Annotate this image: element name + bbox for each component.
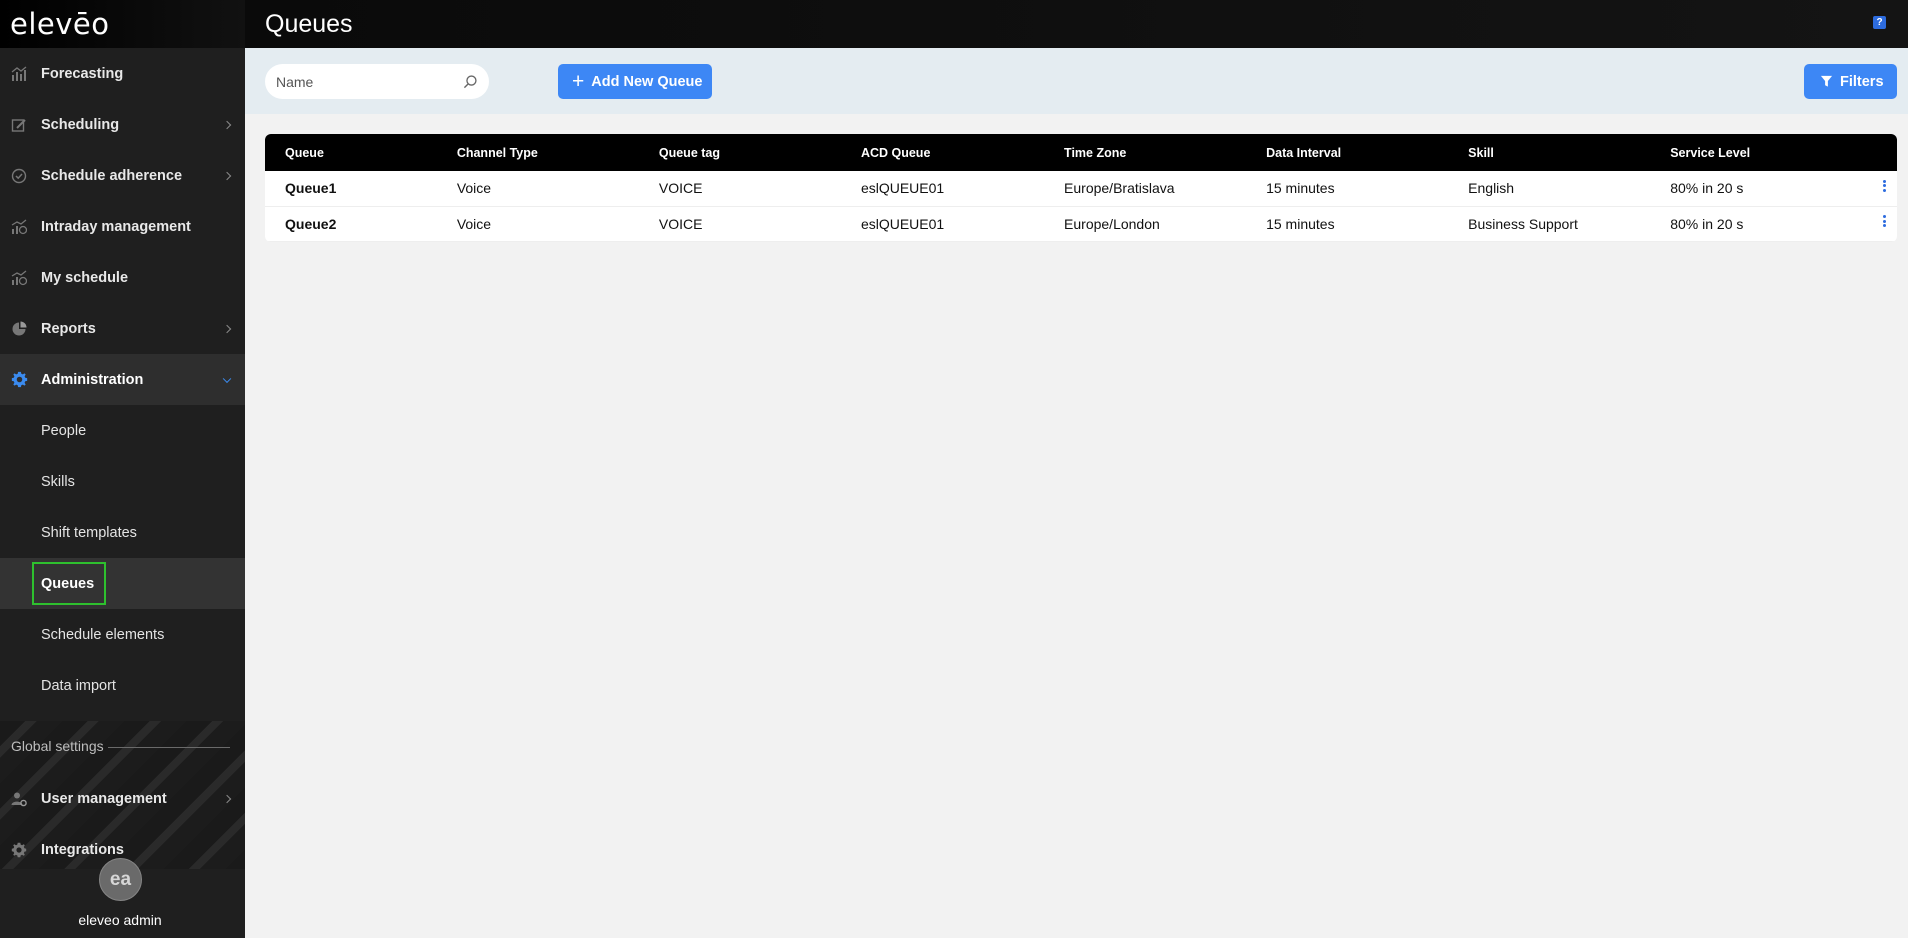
sidebar-subitem-label: Shift templates: [41, 524, 137, 541]
search-box: [265, 64, 489, 99]
global-settings-label: Global settings: [11, 738, 104, 754]
chevron-right-icon: [222, 171, 232, 180]
sidebar-item-label: Reports: [41, 320, 96, 337]
sidebar-subitem-shift-templates[interactable]: Shift templates: [0, 507, 245, 558]
column-header-service-level[interactable]: Service Level: [1670, 134, 1872, 171]
cell-service-level: 80% in 20 s: [1670, 180, 1744, 197]
column-header-channel-type[interactable]: Channel Type: [457, 134, 659, 171]
divider: [108, 747, 230, 748]
gear-icon: [10, 371, 28, 389]
column-header-acd-queue[interactable]: ACD Queue: [861, 134, 1064, 171]
cell-queue: Queue1: [285, 180, 337, 197]
sidebar-subitem-label: Data import: [41, 677, 116, 694]
cell-skill: Business Support: [1468, 215, 1578, 232]
user-name[interactable]: eleveo admin: [0, 912, 240, 928]
cell-queue-tag: VOICE: [658, 180, 703, 197]
sidebar-item-administration[interactable]: Administration: [0, 354, 245, 405]
sidebar-subitem-label: Skills: [41, 473, 75, 490]
sidebar-item-label: Forecasting: [41, 65, 124, 82]
gear-icon: [10, 841, 28, 859]
column-header-time-zone[interactable]: Time Zone: [1064, 134, 1266, 171]
column-header-queue[interactable]: Queue: [265, 134, 457, 171]
table-header-row: Queue Channel Type Queue tag ACD Queue T…: [265, 134, 1897, 171]
sidebar-item-reports[interactable]: Reports: [0, 303, 245, 354]
sidebar-item-label: Integrations: [41, 841, 124, 858]
sidebar-item-scheduling[interactable]: Scheduling: [0, 99, 245, 150]
sidebar-item-label: Administration: [41, 371, 144, 388]
cell-channel-type: Voice: [456, 215, 492, 232]
cell-data-interval: 15 minutes: [1266, 180, 1335, 197]
check-circle-icon: [10, 167, 28, 185]
search-input[interactable]: [265, 73, 455, 90]
sidebar-subitem-people[interactable]: People: [0, 405, 245, 456]
sidebar-item-label: User management: [41, 790, 167, 807]
avatar[interactable]: ea: [99, 858, 142, 901]
filter-icon: [1820, 75, 1833, 87]
user-gear-icon: [10, 790, 28, 808]
sidebar-item-label: Scheduling: [41, 116, 120, 133]
add-new-queue-button[interactable]: + Add New Queue: [558, 64, 712, 99]
sidebar-subitem-label: Queues: [41, 575, 95, 592]
cell-channel-type: Voice: [456, 180, 492, 197]
sidebar-subitem-label: People: [41, 422, 87, 439]
help-icon[interactable]: ?: [1873, 16, 1886, 29]
sidebar-item-label: Intraday management: [41, 218, 191, 235]
sidebar-item-user-management[interactable]: User management: [0, 773, 245, 824]
plus-icon: +: [572, 70, 585, 93]
my-schedule-icon: [10, 269, 28, 287]
table-row[interactable]: Queue2 Voice VOICE eslQUEUE01 Europe/Lon…: [265, 206, 1897, 241]
cell-data-interval: 15 minutes: [1266, 215, 1335, 232]
sidebar: elevēo Forecasting Scheduling Schedule a…: [0, 0, 245, 938]
table-row[interactable]: Queue1 Voice VOICE eslQUEUE01 Europe/Bra…: [265, 171, 1897, 206]
sidebar-item-label: Schedule adherence: [41, 167, 183, 184]
column-header-skill[interactable]: Skill: [1468, 134, 1670, 171]
cell-time-zone: Europe/London: [1064, 215, 1160, 232]
add-new-queue-label: Add New Queue: [591, 73, 703, 90]
sidebar-item-label: My schedule: [41, 269, 129, 286]
queues-table: Queue Channel Type Queue tag ACD Queue T…: [265, 134, 1897, 242]
cell-acd-queue: eslQUEUE01: [860, 215, 945, 232]
sidebar-subitem-queues[interactable]: Queues: [0, 558, 245, 609]
cell-service-level: 80% in 20 s: [1670, 215, 1744, 232]
sidebar-subitem-label: Schedule elements: [41, 626, 165, 643]
intraday-chart-icon: [10, 218, 28, 236]
pie-chart-icon: [10, 320, 28, 338]
row-actions-menu-icon[interactable]: [1872, 171, 1897, 206]
chevron-right-icon: [222, 794, 232, 803]
column-header-actions: [1872, 134, 1897, 171]
chart-bars-icon: [10, 65, 28, 83]
sidebar-item-forecasting[interactable]: Forecasting: [0, 48, 245, 99]
row-actions-menu-icon[interactable]: [1872, 206, 1897, 241]
toolbar: + Add New Queue Filters: [245, 48, 1908, 114]
sidebar-subitem-data-import[interactable]: Data import: [0, 660, 245, 711]
cell-queue: Queue2: [285, 215, 337, 232]
sidebar-subitem-skills[interactable]: Skills: [0, 456, 245, 507]
cell-time-zone: Europe/Bratislava: [1064, 180, 1175, 197]
search-icon[interactable]: [463, 74, 478, 89]
column-header-data-interval[interactable]: Data Interval: [1266, 134, 1468, 171]
chevron-right-icon: [222, 324, 232, 333]
column-header-queue-tag[interactable]: Queue tag: [659, 134, 861, 171]
page-title: Queues: [265, 9, 353, 38]
chevron-down-icon: [222, 374, 232, 383]
cell-acd-queue: eslQUEUE01: [860, 180, 945, 197]
app-logo[interactable]: elevēo: [10, 7, 110, 41]
cell-queue-tag: VOICE: [658, 215, 703, 232]
logo-bar: elevēo: [0, 0, 245, 48]
chevron-right-icon: [222, 120, 232, 129]
sidebar-item-schedule-adherence[interactable]: Schedule adherence: [0, 150, 245, 201]
calendar-edit-icon: [10, 116, 28, 134]
page-header: Queues ?: [245, 0, 1908, 48]
sidebar-item-my-schedule[interactable]: My schedule: [0, 252, 245, 303]
filters-label: Filters: [1840, 73, 1884, 90]
sidebar-subitem-schedule-elements[interactable]: Schedule elements: [0, 609, 245, 660]
filters-button[interactable]: Filters: [1804, 64, 1897, 99]
sidebar-item-intraday-management[interactable]: Intraday management: [0, 201, 245, 252]
cell-skill: English: [1468, 180, 1515, 197]
